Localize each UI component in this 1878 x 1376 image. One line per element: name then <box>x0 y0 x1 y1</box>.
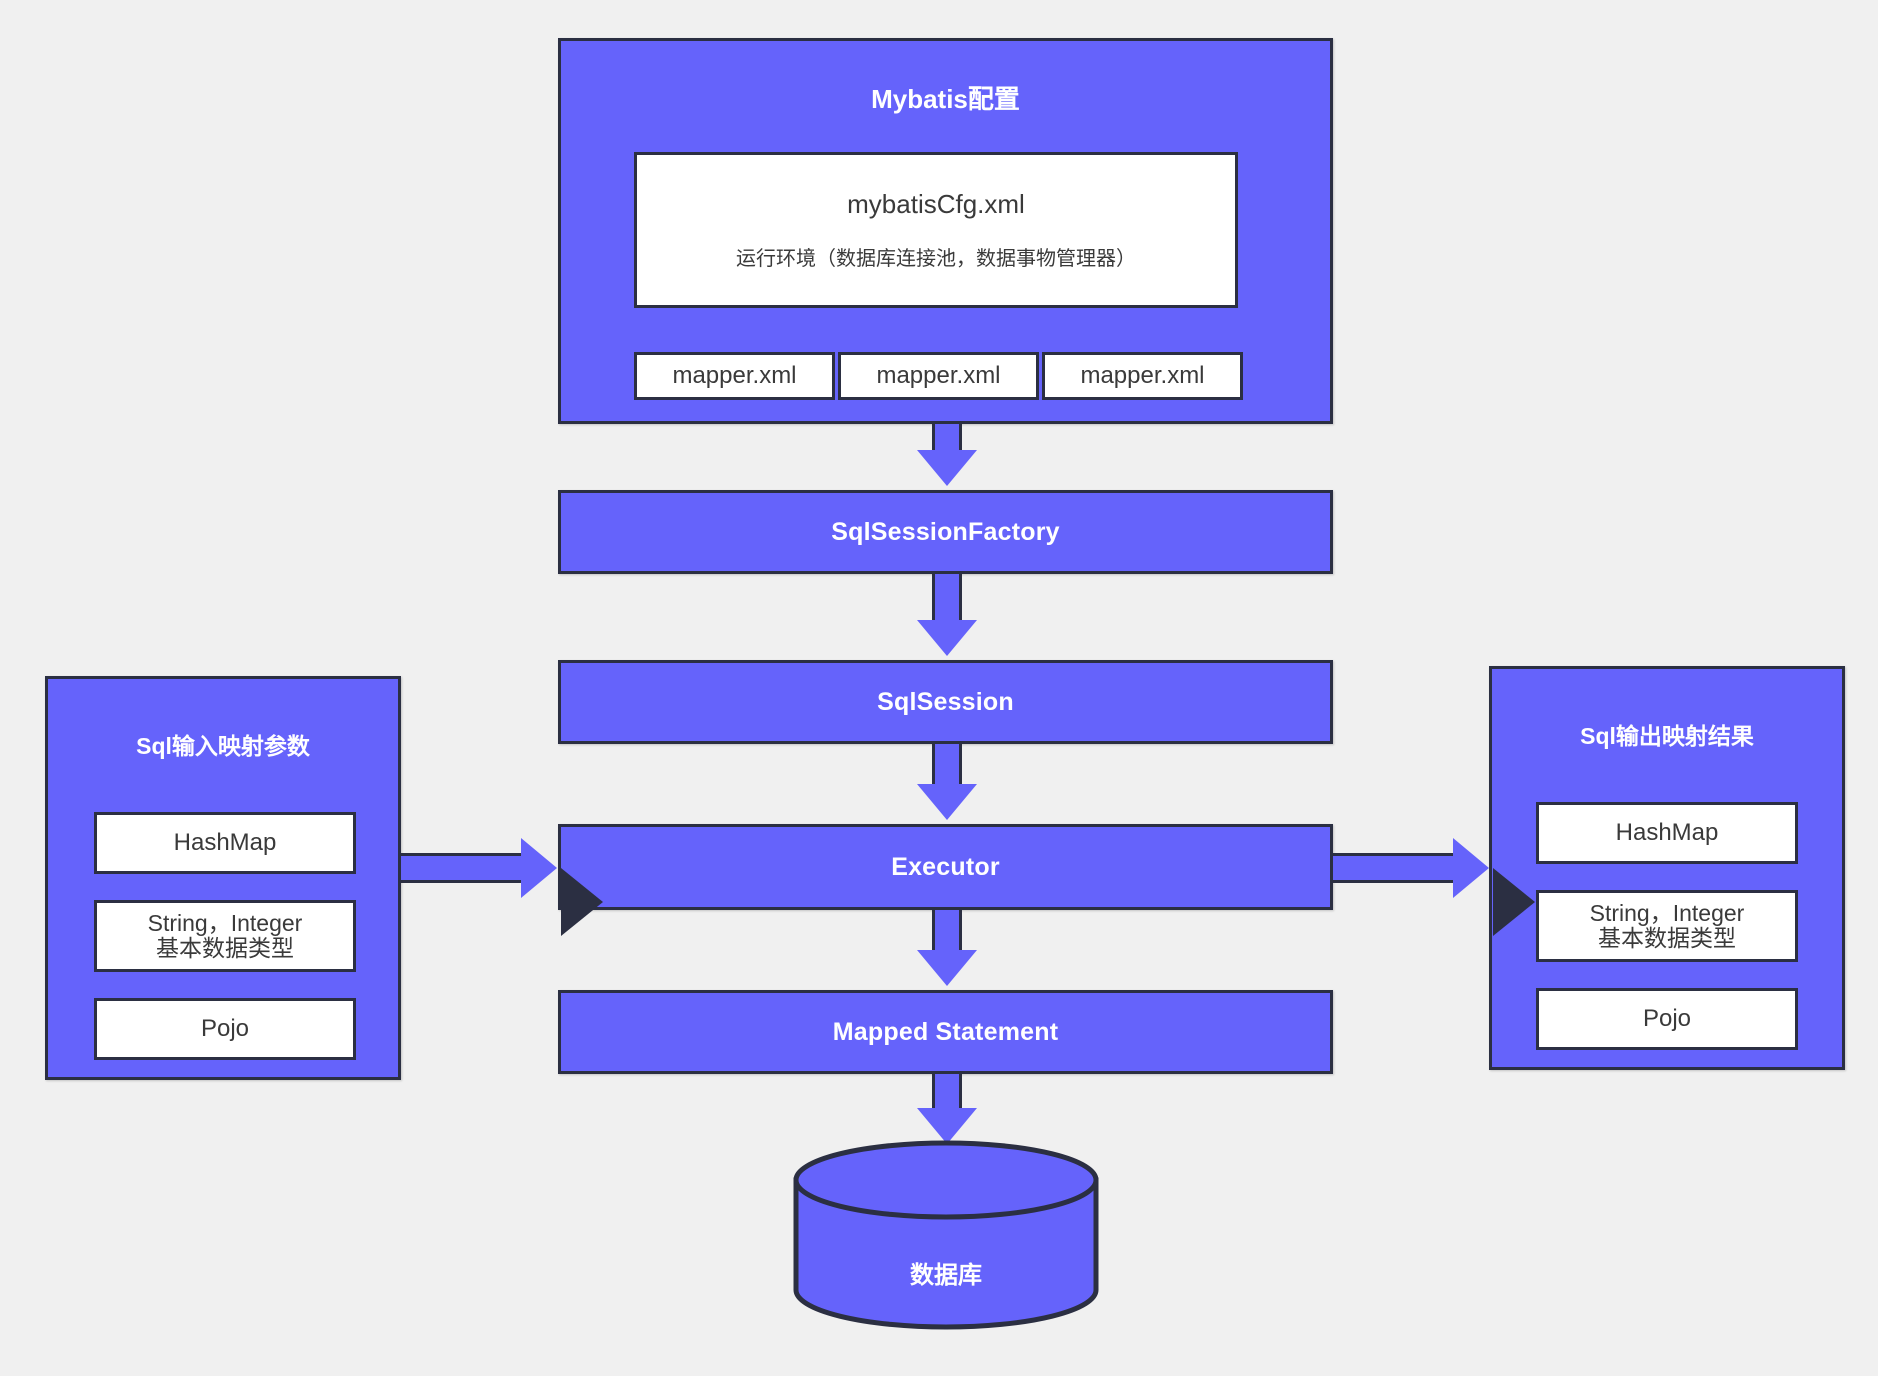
arrow-head-fill <box>917 620 977 656</box>
database-cylinder-shape <box>793 1140 1099 1330</box>
node-sqlsessionfactory: SqlSessionFactory <box>558 490 1333 574</box>
arrow-config-to-factory <box>913 424 1015 532</box>
sql-input-item-line2: 基本数据类型 <box>156 935 294 961</box>
sql-output-item-line2: 基本数据类型 <box>1598 925 1736 951</box>
sql-output-item: Pojo <box>1536 988 1798 1050</box>
sql-output-item-line1: HashMap <box>1615 819 1719 846</box>
mybatis-cfg-card: mybatisCfg.xml 运行环境（数据库连接池，数据事物管理器） <box>634 152 1238 308</box>
sql-output-panel-title: Sql输出映射结果 <box>1580 723 1754 749</box>
arrow-head-fill <box>521 838 557 898</box>
arrow-head-fill <box>917 1108 977 1144</box>
arrow-head-outline <box>561 868 603 936</box>
node-mapped-statement: Mapped Statement <box>558 990 1333 1074</box>
arrow-factory-to-session <box>913 574 1015 702</box>
node-sqlsession: SqlSession <box>558 660 1333 744</box>
sql-input-item-line1: String，Integer <box>147 909 303 936</box>
mybatis-cfg-filename: mybatisCfg.xml <box>847 189 1025 219</box>
arrow-statement-to-database <box>913 1074 1015 1190</box>
sql-output-item: String，Integer 基本数据类型 <box>1536 890 1798 962</box>
arrow-session-to-executor <box>913 744 1015 866</box>
arrow-head-fill <box>917 784 977 820</box>
mapper-xml-label: mapper.xml <box>876 362 1001 389</box>
mybatis-config-title: Mybatis配置 <box>871 84 1020 114</box>
arrow-head-outline <box>1493 868 1535 936</box>
database-label: 数据库 <box>910 1262 982 1289</box>
arrow-shaft <box>932 574 962 624</box>
sql-input-item-line1: HashMap <box>173 829 277 856</box>
sql-input-panel-title: Sql输入映射参数 <box>136 733 310 759</box>
arrow-shaft <box>932 744 962 788</box>
mapper-xml-label: mapper.xml <box>672 362 797 389</box>
node-database: 数据库 <box>793 1140 1099 1330</box>
sql-input-item-line1: Pojo <box>200 1015 250 1042</box>
arrow-head-fill <box>917 950 977 986</box>
mapper-xml-label: mapper.xml <box>1080 362 1205 389</box>
arrow-shaft <box>932 910 962 954</box>
mybatis-cfg-description: 运行环境（数据库连接池，数据事物管理器） <box>736 248 1136 270</box>
node-label: SqlSessionFactory <box>831 517 1060 546</box>
sql-output-item-line1: String，Integer <box>1589 899 1745 926</box>
node-label: Mapped Statement <box>832 1017 1059 1046</box>
arrow-shaft <box>401 853 523 883</box>
arrow-shaft <box>932 1074 962 1112</box>
arrow-head-fill <box>1453 838 1489 898</box>
sql-input-item: String，Integer 基本数据类型 <box>94 900 356 972</box>
arrow-executor-to-output <box>1333 834 1535 936</box>
sql-input-item: Pojo <box>94 998 356 1060</box>
sql-output-item: HashMap <box>1536 802 1798 864</box>
arrow-executor-to-statement <box>913 910 1015 1032</box>
sql-input-item: HashMap <box>94 812 356 874</box>
mapper-xml-card: mapper.xml <box>1042 352 1243 400</box>
node-label: SqlSession <box>877 687 1014 716</box>
node-label: Executor <box>891 852 1000 881</box>
node-executor: Executor <box>558 824 1333 910</box>
mapper-xml-card: mapper.xml <box>634 352 835 400</box>
mapper-xml-card: mapper.xml <box>838 352 1039 400</box>
arrow-head-fill <box>917 450 977 486</box>
diagram-canvas: Mybatis配置 mybatisCfg.xml 运行环境（数据库连接池，数据事… <box>0 0 1878 1376</box>
arrow-shaft <box>1333 853 1455 883</box>
arrow-input-to-executor <box>401 834 603 936</box>
sql-output-item-line1: Pojo <box>1642 1005 1692 1032</box>
